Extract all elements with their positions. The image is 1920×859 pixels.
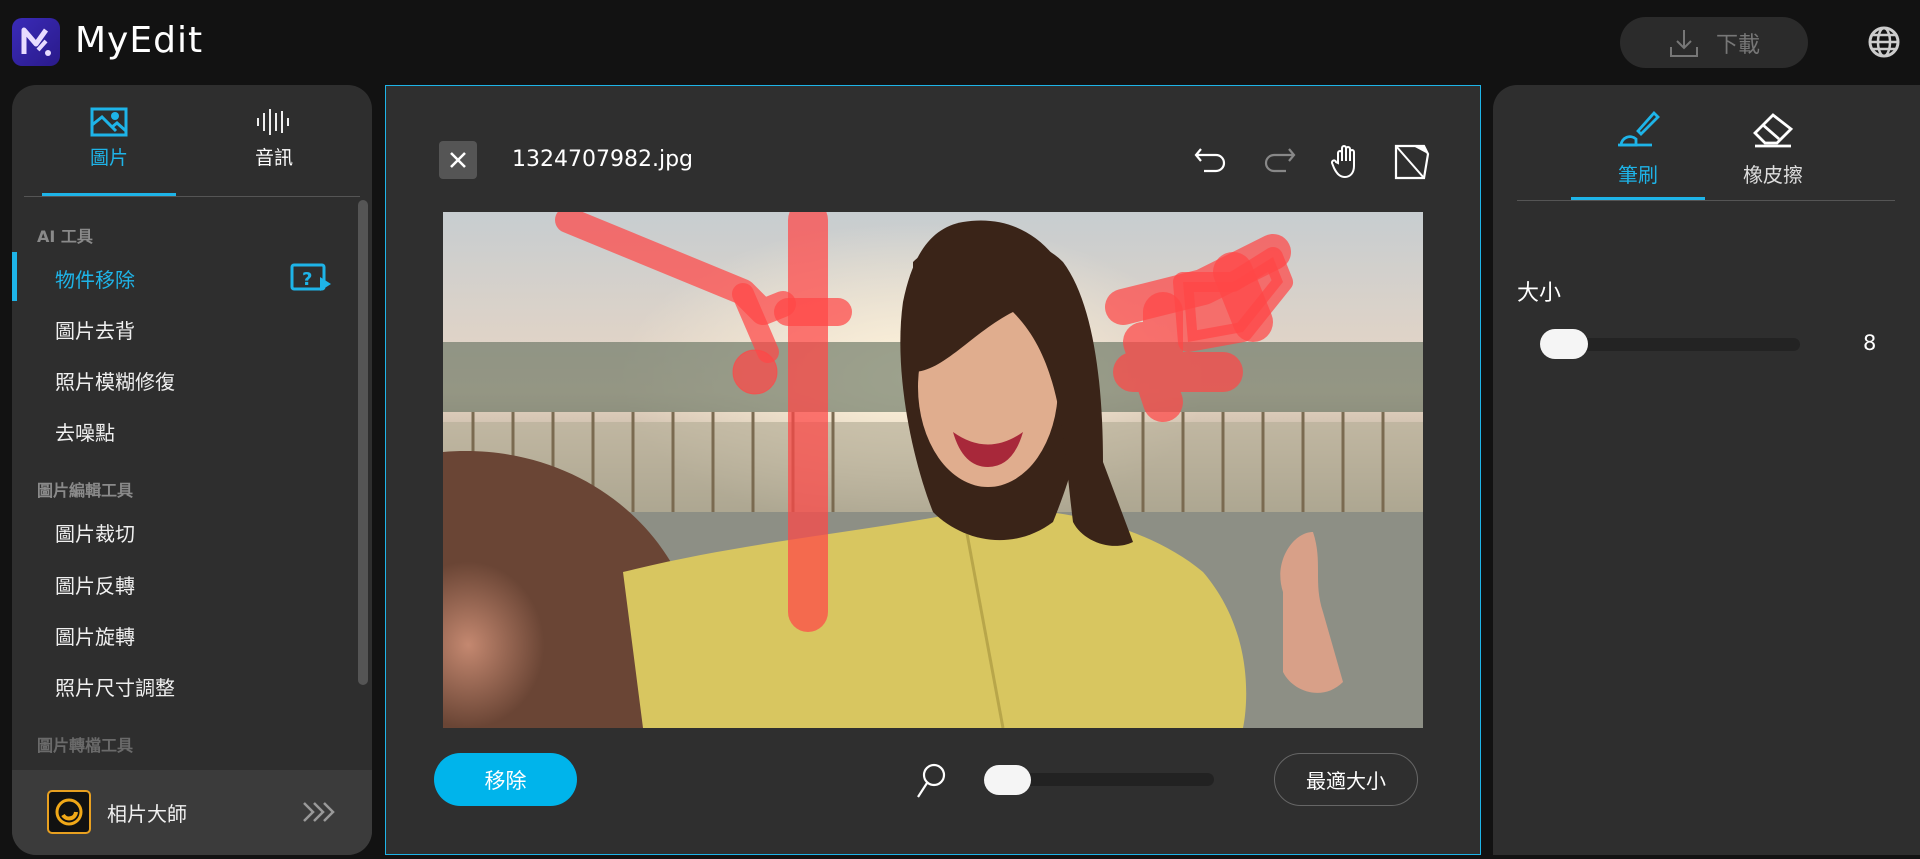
photodirector-label: 相片大師 bbox=[107, 802, 187, 826]
sidebar-item-denoise[interactable]: 去噪點 bbox=[55, 417, 115, 446]
divider bbox=[1517, 200, 1895, 201]
svg-text:?: ? bbox=[302, 269, 312, 290]
sidebar-item-resize[interactable]: 照片尺寸調整 bbox=[55, 672, 175, 701]
language-globe-icon[interactable] bbox=[1866, 24, 1902, 60]
sidebar-item-crop[interactable]: 圖片裁切 bbox=[55, 518, 135, 547]
tools-sidebar: 圖片 音訊 AI 工具 物件移除 ? 圖片去背 照片模糊修復 去噪點 圖片編輯工… bbox=[12, 85, 372, 855]
tutorial-video-icon[interactable]: ? bbox=[290, 263, 332, 293]
brush-settings-panel: 筆刷 橡皮擦 大小 8 bbox=[1493, 85, 1920, 855]
triple-chevron-right-icon bbox=[303, 802, 335, 822]
hand-pan-icon[interactable] bbox=[1326, 141, 1366, 181]
photo-canvas[interactable] bbox=[443, 212, 1423, 728]
sidebar-item-object-removal[interactable]: 物件移除 bbox=[55, 264, 135, 293]
file-name: 1324707982.jpg bbox=[512, 147, 694, 172]
close-button[interactable] bbox=[439, 141, 477, 179]
zoom-slider-thumb[interactable] bbox=[984, 765, 1031, 795]
photodirector-logo-icon bbox=[47, 790, 91, 834]
eraser-icon bbox=[1753, 113, 1794, 148]
zoom-magnifier-icon bbox=[917, 763, 946, 798]
fit-to-screen-button[interactable]: 最適大小 bbox=[1274, 753, 1418, 806]
close-icon bbox=[450, 152, 466, 168]
myedit-logo-icon[interactable] bbox=[12, 18, 60, 66]
sidebar-item-background-removal[interactable]: 圖片去背 bbox=[55, 315, 135, 344]
section-convert-tools: 圖片轉檔工具 bbox=[37, 736, 134, 755]
tab-brush-label: 筆刷 bbox=[1618, 163, 1658, 187]
photo-with-mask bbox=[443, 212, 1423, 728]
tab-audio[interactable]: 音訊 bbox=[207, 107, 341, 170]
download-label: 下載 bbox=[1715, 31, 1760, 57]
compare-toggle-icon[interactable] bbox=[1391, 141, 1431, 181]
photodirector-promo[interactable]: 相片大師 bbox=[12, 770, 372, 855]
brush-size-label: 大小 bbox=[1517, 281, 1562, 306]
section-edit-tools: 圖片編輯工具 bbox=[37, 481, 134, 500]
sidebar-scrollbar[interactable] bbox=[358, 200, 368, 685]
image-icon bbox=[90, 107, 128, 137]
section-ai-tools: AI 工具 bbox=[37, 227, 93, 246]
tab-image-label: 圖片 bbox=[89, 147, 128, 169]
editor-panel: 1324707982.jpg 移除 最適大小 bbox=[385, 85, 1481, 855]
sidebar-item-flip[interactable]: 圖片反轉 bbox=[55, 570, 135, 599]
tab-audio-label: 音訊 bbox=[254, 147, 293, 169]
download-icon bbox=[1669, 29, 1698, 57]
divider bbox=[24, 196, 360, 197]
brush-size-slider-thumb[interactable] bbox=[1540, 329, 1588, 359]
active-item-indicator bbox=[12, 252, 17, 301]
download-button[interactable]: 下載 bbox=[1620, 17, 1808, 68]
brush-icon bbox=[1618, 110, 1660, 147]
brush-size-value: 8 bbox=[1863, 331, 1877, 355]
undo-icon[interactable] bbox=[1191, 141, 1231, 181]
sidebar-item-deblur[interactable]: 照片模糊修復 bbox=[55, 366, 175, 395]
tab-eraser-label: 橡皮擦 bbox=[1743, 163, 1803, 187]
audio-wave-icon bbox=[257, 109, 289, 135]
sidebar-item-rotate[interactable]: 圖片旋轉 bbox=[55, 621, 135, 650]
redo-icon[interactable] bbox=[1259, 141, 1299, 181]
tab-brush[interactable]: 筆刷 bbox=[1571, 109, 1705, 188]
app-name: MyEdit bbox=[75, 20, 204, 61]
tab-image[interactable]: 圖片 bbox=[42, 107, 176, 170]
tab-eraser[interactable]: 橡皮擦 bbox=[1706, 109, 1840, 188]
remove-button[interactable]: 移除 bbox=[434, 753, 577, 806]
